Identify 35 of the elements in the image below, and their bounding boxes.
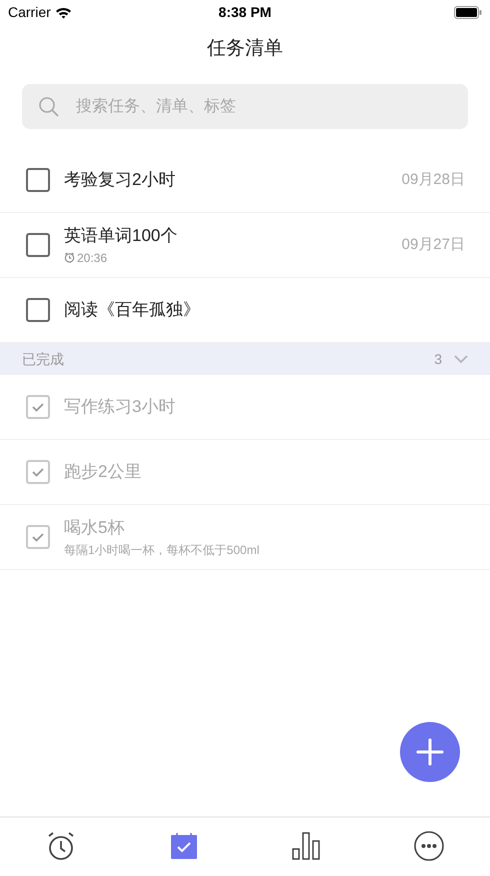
task-title: 跑步2公里 (64, 461, 142, 484)
due-date: 09月27日 (402, 234, 465, 255)
due-date: 09月28日 (402, 170, 465, 190)
page-title: 任务清单 (207, 36, 283, 61)
task-note: 每隔1小时喝一杯，每杯不低于500ml (64, 542, 260, 559)
more-icon (414, 831, 444, 861)
check-icon (31, 532, 45, 542)
checkbox[interactable] (26, 168, 50, 192)
wifi-icon (54, 6, 72, 18)
task-title: 英语单词100个 (64, 225, 178, 248)
checkbox[interactable] (26, 298, 50, 322)
alarm-clock-icon (46, 831, 76, 861)
section-label: 已完成 (22, 350, 65, 368)
search-field[interactable]: 搜索任务、清单、标签 (22, 84, 468, 129)
checkbox[interactable] (26, 460, 50, 484)
completed-count: 3 (434, 350, 442, 368)
task-title: 考验复习2小时 (64, 169, 176, 192)
task-title: 写作练习3小时 (64, 396, 176, 418)
completed-section-header[interactable]: 已完成 3 (0, 343, 490, 375)
plus-icon (416, 738, 444, 766)
alarm-icon (64, 252, 75, 264)
calendar-check-icon (170, 833, 197, 859)
check-icon (31, 402, 45, 412)
battery-icon (454, 6, 482, 19)
search-icon (38, 96, 60, 118)
checkbox[interactable] (26, 395, 50, 419)
checkbox[interactable] (26, 233, 50, 257)
reminder-time: 20:36 (77, 250, 108, 267)
check-icon (31, 467, 45, 477)
task-title: 阅读《百年孤独》 (64, 299, 201, 322)
carrier-label: Carrier (8, 3, 51, 22)
status-time: 8:38 PM (218, 3, 272, 22)
task-title: 喝水5杯 (64, 517, 126, 540)
bar-chart-icon (292, 832, 320, 860)
checkbox[interactable] (26, 525, 50, 549)
